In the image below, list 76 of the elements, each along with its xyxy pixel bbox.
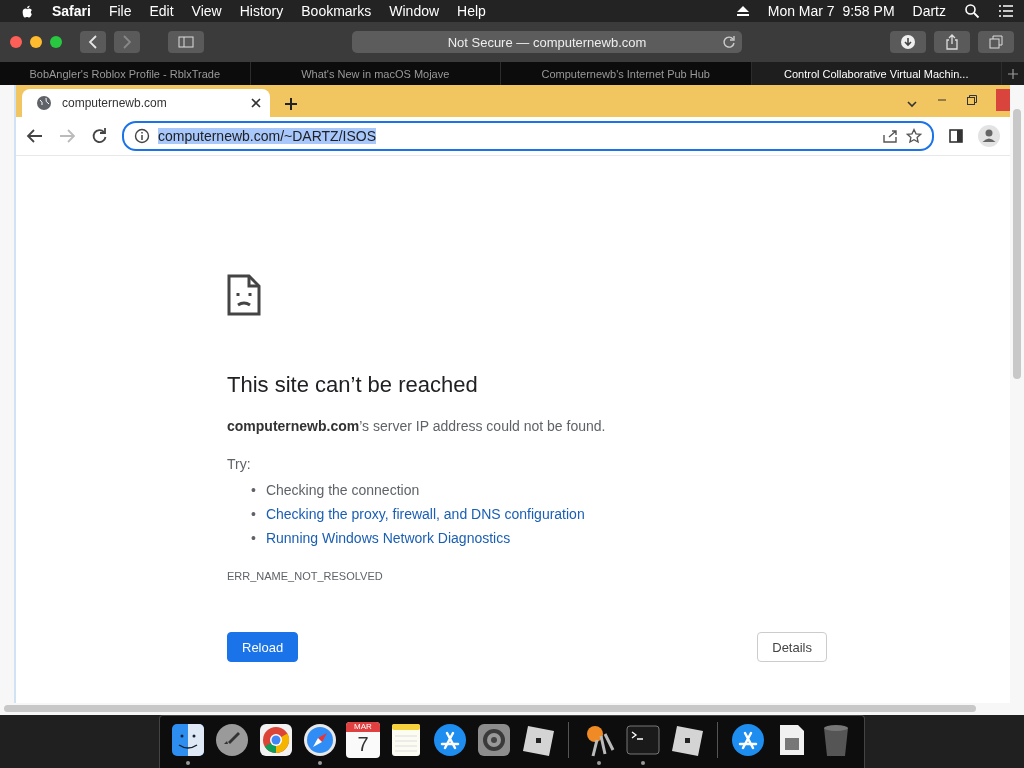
download-icon [901,35,915,49]
compass-icon[interactable] [302,722,338,758]
plus-icon [284,97,298,111]
minimize-button[interactable] [30,36,42,48]
reload-button[interactable]: Reload [227,632,299,662]
reload-icon [722,35,736,49]
back-arrow-icon [26,127,44,145]
sidebar-button[interactable] [168,31,204,53]
plus-icon [1007,67,1019,80]
suggestion-link[interactable]: Checking the proxy, firewall, and DNS configuration [265,502,585,526]
eject-icon [735,5,750,17]
gear-icon[interactable] [476,722,512,758]
menu-item[interactable]: Help [457,3,486,19]
bullet: • [251,529,256,548]
suggestion-text: Checking the connection [265,481,420,500]
clock[interactable]: Mon Mar 7 9:58 PM [767,3,895,19]
app-menu[interactable]: Safari [52,3,91,19]
star-icon [906,128,922,144]
user-name[interactable]: Dartz [912,3,946,19]
zoom-button[interactable] [50,36,62,48]
share-icon [882,128,898,144]
calendar-day: 7 [357,732,369,756]
tab-title: computernewb.com [62,96,168,110]
menu-item[interactable]: View [191,3,222,19]
share-icon [945,34,959,50]
browser-tab[interactable]: BobAngler's Roblox Profile - RblxTrade [0,62,251,85]
sad-document-icon [227,274,261,316]
error-title: This site can’t be reached [227,372,479,398]
menu-item[interactable]: File [108,3,132,19]
browser-tab[interactable]: Computernewb's Internet Pub Hub [501,62,752,85]
close-button[interactable] [10,36,22,48]
side-panel-icon [948,128,964,144]
sidebar-icon [178,36,194,48]
chevron-down-icon [906,98,918,110]
chevron-right-icon [122,35,132,49]
menu-item[interactable]: Window [389,3,440,19]
info-icon [134,128,150,144]
browser-tab[interactable]: What's New in macOS Mojave [250,62,501,85]
url-text: computernewb.com/~DARTZ/ISOS [158,128,376,144]
terminal-icon[interactable] [625,722,661,758]
menu-item[interactable]: Edit [149,3,174,19]
close-icon [250,97,262,109]
share-button[interactable] [934,31,970,53]
address-bar[interactable]: Not Secure — computernewb.com [352,31,742,53]
calendar-month: MAR [346,722,380,732]
restore-icon [966,94,978,106]
menu-item[interactable]: History [239,3,284,19]
browser-tab[interactable]: Control Collaborative Virtual Machin... [751,62,1002,85]
list-icon [998,3,1014,19]
suggestion-link[interactable]: Running Windows Network Diagnostics [265,526,511,550]
details-button[interactable]: Details [757,632,827,662]
back-button[interactable] [80,31,106,53]
globe-icon [36,95,52,111]
avatar-icon [978,125,1000,147]
app-store-icon[interactable] [730,722,766,758]
error-message: computernewb.com’s server IP address could not be found. [227,418,607,434]
apple-icon [20,3,34,19]
error-code: ERR_NAME_NOT_RESOLVED [227,570,384,582]
bullet: • [251,505,256,524]
app-store-icon[interactable] [432,722,468,758]
scrollbar-thumb[interactable] [1013,109,1021,379]
chrome-tab[interactable]: computernewb.com [22,89,270,117]
calendar-icon[interactable]: MAR 7 [346,722,380,758]
tabs-icon [989,35,1003,49]
menu-item[interactable]: Bookmarks [301,3,372,19]
chevron-left-icon [88,35,98,49]
scrollbar-thumb[interactable] [4,705,976,712]
tabs-button[interactable] [978,31,1014,53]
download-button[interactable] [890,31,926,53]
search-icon [964,3,980,19]
bullet: • [251,481,256,500]
finder-icon[interactable] [170,722,206,758]
try-label: Try: [227,456,252,472]
browser-icon[interactable] [258,722,294,758]
url-field[interactable]: computernewb.com/~DARTZ/ISOS [122,121,934,151]
reload-icon [90,127,108,145]
